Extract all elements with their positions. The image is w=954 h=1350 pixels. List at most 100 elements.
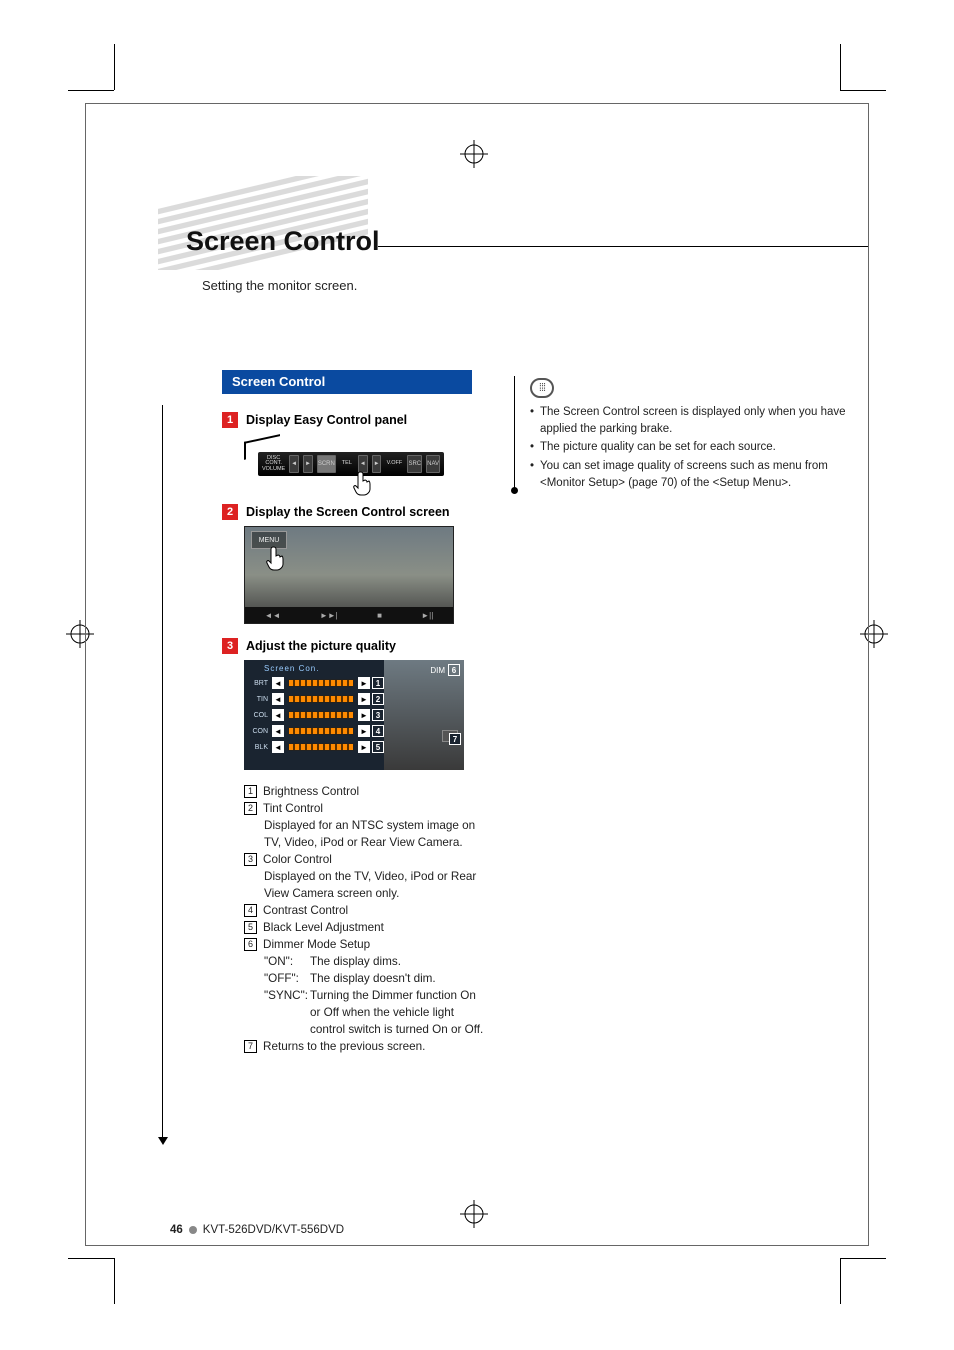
ecp-scrn-button[interactable]: SCRN [317,455,336,473]
note-item: The picture quality can be set for each … [530,439,860,456]
ecp-tel-label: TEL [340,461,354,467]
note-item: You can set image quality of screens suc… [530,458,860,491]
ecp-nav-button[interactable]: NAV [426,455,440,473]
ecp-voff-label: V.OFF [385,461,403,467]
pointer-hand-icon [265,545,287,571]
step-number: 1 [222,412,238,428]
crop-mark [114,44,115,90]
slider-inc[interactable]: ► [358,709,370,721]
mode-val: The display doesn't dim. [310,971,484,988]
def-number: 3 [244,853,257,866]
def-head: Tint Control [263,801,323,818]
def-item: 6Dimmer Mode Setup [244,937,484,954]
slider-inc[interactable]: ► [358,693,370,705]
screen-header: Screen Con. [244,660,384,675]
slider-track[interactable] [288,743,354,751]
return-button[interactable]: 7 [442,730,458,742]
slider-tag: TIN [248,696,270,703]
slider-inc[interactable]: ► [358,677,370,689]
dim-toggle[interactable]: DIM 6 [430,664,460,676]
figure-easy-control-panel: DISC CONT. VOLUME ◄ ► SCRN TEL ◄ ► V.OFF… [244,434,444,490]
callout-box: 2 [372,693,384,705]
slider-inc[interactable]: ► [358,741,370,753]
figure-adjust-quality: Screen Con. BRT◄►1TIN◄►2COL◄►3CON◄►4BLK◄… [244,660,464,770]
def-head: Color Control [263,852,332,869]
slider-dec[interactable]: ◄ [272,741,284,753]
crop-mark [840,90,886,91]
slider-dec[interactable]: ◄ [272,725,284,737]
slider-track[interactable] [288,679,354,687]
def-item: 4 Contrast Control [244,903,484,920]
mode-key: "OFF": [264,971,310,988]
def-item: 5 Black Level Adjustment [244,920,484,937]
def-number: 2 [244,802,257,815]
callout-box: 4 [372,725,384,737]
ecp-arrow-button[interactable]: ► [303,455,313,473]
slider-tag: COL [248,712,270,719]
footer-bullet-icon [189,1226,197,1234]
def-item: 2 Tint Control [244,801,484,818]
slider-tag: CON [248,728,270,735]
slider-track[interactable] [288,727,354,735]
column-rule [514,376,515,491]
step-2: 2 Display the Screen Control screen [222,504,482,520]
transport-bar: ◄◄ ►►| ■ ►|| [245,607,453,623]
title-rule [378,246,868,247]
slider-track[interactable] [288,695,354,703]
slider-dec[interactable]: ◄ [272,709,284,721]
def-head: Black Level Adjustment [263,920,384,937]
def-sub: Displayed for an NTSC system image on TV… [264,818,484,852]
def-number: 7 [244,1040,257,1053]
note-item: The Screen Control screen is displayed o… [530,404,860,437]
def-head: Returns to the previous screen. [263,1039,425,1056]
ecp-arrow-button[interactable]: ◄ [289,455,299,473]
transport-rew[interactable]: ◄◄ [265,611,281,620]
step-3: 3 Adjust the picture quality [222,638,482,654]
slider-track[interactable] [288,711,354,719]
def-item: 1 Brightness Control [244,784,484,801]
def-modes: "ON":The display dims."OFF":The display … [264,954,484,1039]
mode-val: The display dims. [310,954,484,971]
callout-box: 6 [448,664,460,676]
step-number: 2 [222,504,238,520]
callout-box: 1 [372,677,384,689]
crop-mark [68,90,114,91]
mode-key: "SYNC": [264,988,310,1039]
transport-ff[interactable]: ►►| [320,611,338,620]
page-subtitle: Setting the monitor screen. [202,278,357,293]
callout-box: 7 [449,733,461,745]
ecp-left-label: DISC CONT. VOLUME [262,456,285,473]
transport-play[interactable]: ►|| [421,611,433,620]
note-icon: ⁞⁞⁞ [530,378,554,398]
crop-mark [114,1258,115,1304]
slider-tag: BLK [248,744,270,751]
page-number: 46 [170,1224,183,1236]
step-1: 1 Display Easy Control panel [222,412,482,428]
def-item: 7 Returns to the previous screen. [244,1039,484,1056]
page-footer: 46 KVT-526DVD/KVT-556DVD [170,1224,344,1236]
column-dot [511,487,518,494]
definitions-list: 1Brightness Control2Tint ControlDisplaye… [244,784,484,1056]
slider-dec[interactable]: ◄ [272,693,284,705]
callout-box: 3 [372,709,384,721]
slider-dec[interactable]: ◄ [272,677,284,689]
crop-mark [840,1258,841,1304]
slider-inc[interactable]: ► [358,725,370,737]
callout-box: 5 [372,741,384,753]
def-number: 1 [244,785,257,798]
footer-model: KVT-526DVD/KVT-556DVD [203,1224,344,1236]
def-sub: Displayed on the TV, Video, iPod or Rear… [264,869,484,903]
def-head: Brightness Control [263,784,359,801]
def-item: 3 Color Control [244,852,484,869]
def-head: Contrast Control [263,903,348,920]
crop-mark [840,1258,886,1259]
transport-stop[interactable]: ■ [377,611,382,620]
def-number: 4 [244,904,257,917]
page-title: Screen Control [186,226,380,257]
step-label: Display the Screen Control screen [246,505,450,519]
step-label: Display Easy Control panel [246,413,407,427]
def-number: 5 [244,921,257,934]
section-heading: Screen Control [222,370,472,394]
ecp-src-button[interactable]: SRC [407,455,422,473]
flow-arrow [160,405,166,1145]
